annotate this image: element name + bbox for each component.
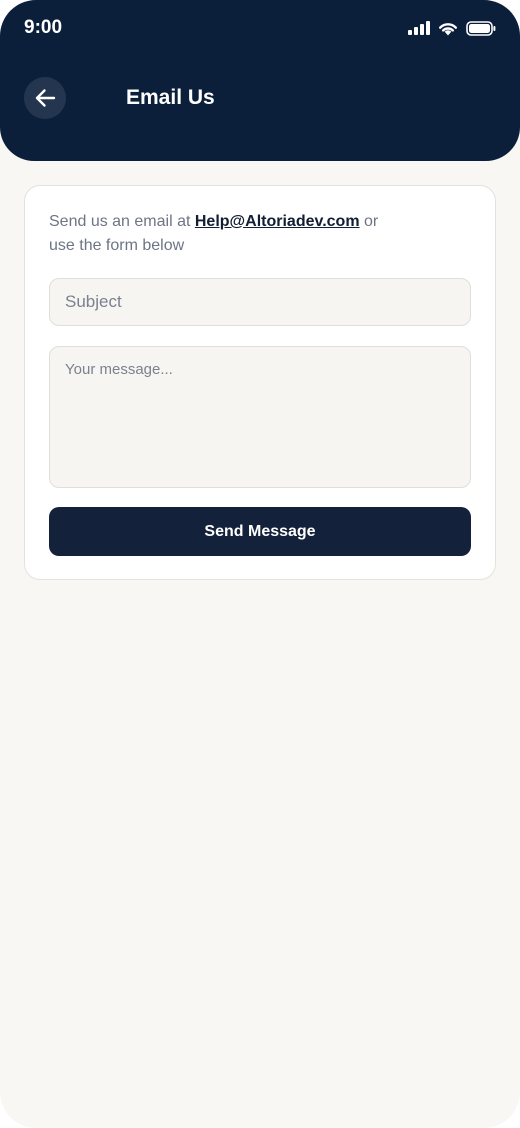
message-textarea[interactable]: [49, 346, 471, 488]
intro-text-before: Send us an email at: [49, 213, 195, 230]
back-button[interactable]: [24, 77, 66, 119]
status-time: 9:00: [24, 17, 63, 38]
send-message-button[interactable]: Send Message: [49, 507, 471, 556]
page-title: Email Us: [126, 86, 215, 109]
wifi-icon: [439, 22, 457, 35]
email-form-card: Send us an email at Help@Altoriadev.com …: [24, 185, 496, 580]
battery-icon: [466, 20, 496, 36]
support-email-link[interactable]: Help@Altoriadev.com: [195, 213, 360, 230]
header-bar: 9:00 Email Us: [0, 0, 520, 161]
arrow-left-icon: [35, 89, 56, 107]
cellular-signal-icon: [408, 21, 430, 35]
phone-screen: 9:00 Email Us Send us an email at Help@A…: [0, 0, 520, 1128]
status-icons: [408, 18, 496, 38]
intro-text: Send us an email at Help@Altoriadev.com …: [49, 210, 379, 258]
subject-input[interactable]: [49, 278, 471, 326]
